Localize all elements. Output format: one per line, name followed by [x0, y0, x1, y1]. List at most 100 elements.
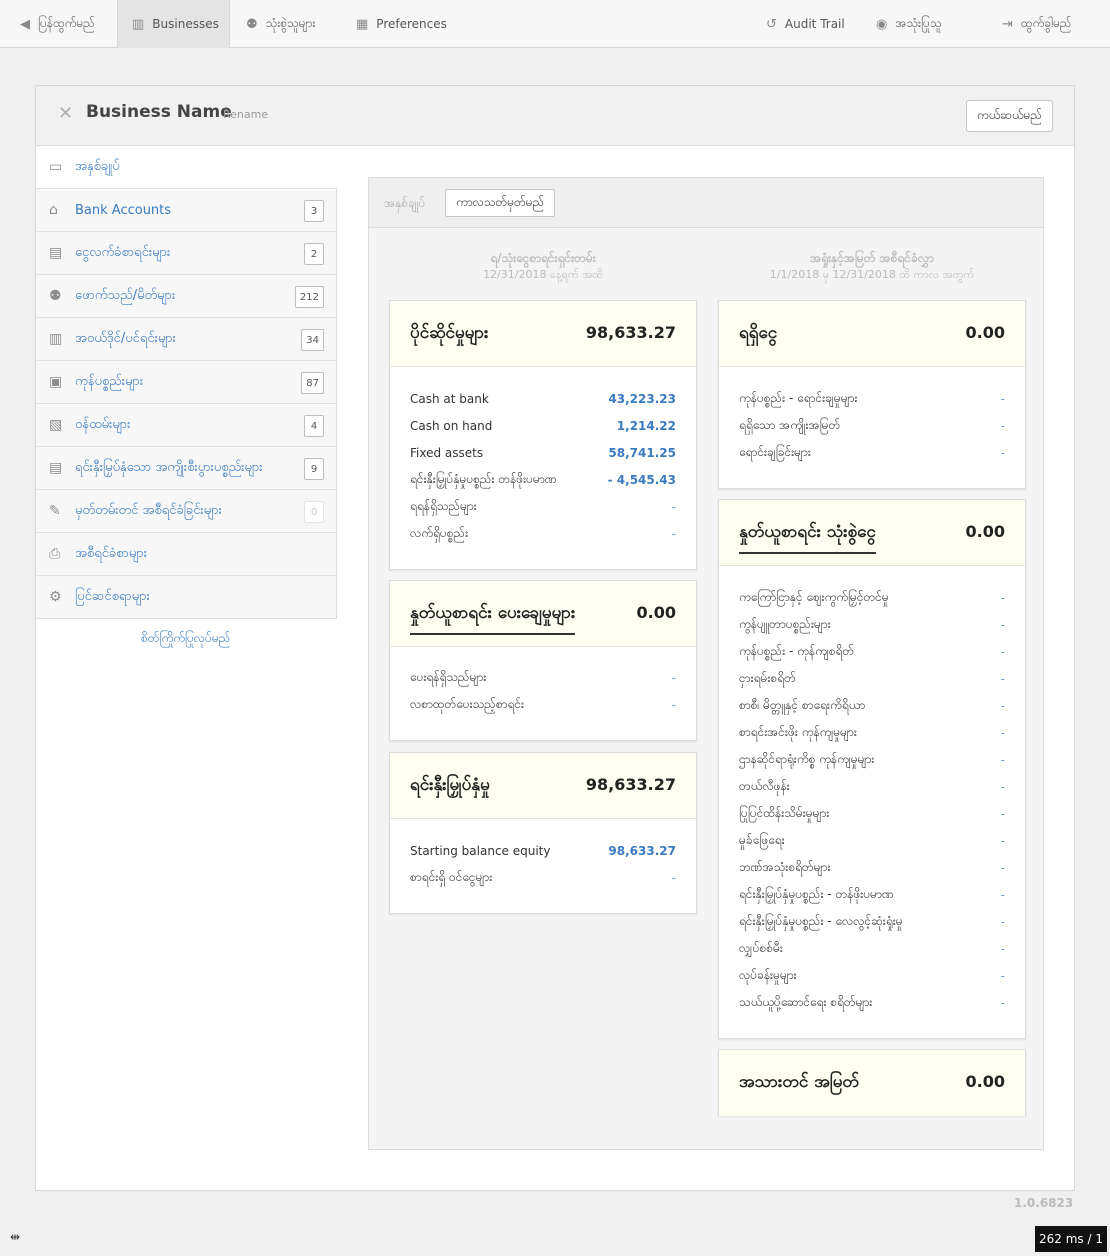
rename-link[interactable]: Rename [223, 108, 268, 121]
back-arrow-icon: ◀ [20, 16, 30, 32]
sidebar-item-customers[interactable]: ⚉ ဖောက်သည်/မိတ်များ 212 [36, 275, 337, 318]
quill-icon: ✎ [49, 503, 61, 519]
cash-register-icon: ▤ [49, 245, 63, 261]
amount-link[interactable]: 1,214.22 [617, 419, 676, 433]
net-profit-card: အသားတင် အမြတ် 0.00 [718, 1049, 1026, 1116]
amount-link[interactable]: - [1001, 861, 1005, 875]
account-row: ရရှိသော အကျိုးအမြတ် - [739, 418, 1005, 433]
amount-link[interactable]: - [1001, 915, 1005, 929]
card-total: 0.00 [965, 1072, 1005, 1091]
customize-link[interactable]: စိတ်ကြိုက်ပြုလုပ်မည် [141, 630, 230, 648]
card-total: 0.00 [965, 323, 1005, 342]
account-row: ပြုပြင်ထိန်းသိမ်းမှုများ - [739, 806, 1005, 821]
nav-businesses[interactable]: ▥ Businesses [117, 0, 230, 48]
close-icon[interactable]: ✕ [58, 103, 73, 124]
sidebar-item-investments[interactable]: ▤ ရင်းနှီးမြှပ်နှံသော အကျိုးစီးပွားပစ္စည… [36, 447, 337, 490]
sidebar-item-journal-entries[interactable]: ✎ မှတ်တမ်းတင် အစီရင်ခံခြင်းများ 0 [36, 490, 337, 533]
amount-link[interactable]: - [1001, 672, 1005, 686]
amount-link[interactable]: - [672, 527, 676, 541]
account-row: ရရန်ရှိသည်များ - [410, 499, 676, 514]
gears-icon: ⚙ [49, 589, 62, 605]
nav-back[interactable]: ◀ ပြန်ထွက်မည် [6, 0, 109, 48]
people-icon: ⚉ [246, 16, 258, 32]
amount-link[interactable]: - [1001, 446, 1005, 460]
card-header: နှုတ်ယူစာရင်း ပေးချေမှုများ 0.00 [390, 581, 696, 647]
amount-link[interactable]: - [1001, 591, 1005, 605]
sidebar: ▭ အနှစ်ချုပ် ⌂ Bank Accounts 3 ▤ ငွေလက်ခ… [36, 146, 337, 619]
amount-link[interactable]: - [1001, 392, 1005, 406]
card-header: နှုတ်ယူစာရင်း သုံးစွဲငွေ 0.00 [719, 500, 1025, 566]
nav-account[interactable]: ◉ အသုံးပြုသူ [862, 0, 955, 48]
amount-link[interactable]: - [1001, 419, 1005, 433]
amount-link[interactable]: - [1001, 699, 1005, 713]
amount-link[interactable]: - [1001, 807, 1005, 821]
close-business-button[interactable]: ကယ်ဆယ်မည် [965, 100, 1053, 132]
column-title: အရှုံးနှင့်အမြတ် အစီရင်ခံလွှာ [810, 251, 934, 265]
account-row: ကုန်ပစ္စည်း - ရောင်းချမှုများ - [739, 391, 1005, 406]
amount-link[interactable]: - [672, 500, 676, 514]
nav-preferences[interactable]: ▦ Preferences [342, 0, 461, 48]
nav-users[interactable]: ⚉ သုံးစွဲသူများ [232, 0, 329, 48]
income-card: ရရှိငွေ 0.00 ကုန်ပစ္စည်း - ရောင်းချမှုမျ… [718, 300, 1026, 489]
card-title: ရရှိငွေ [739, 323, 778, 343]
balance-sheet-heading: ရ/သုံးငွေစာရင်းရှင်းတမ်း 12/31/2018 နေ့ရ… [389, 250, 697, 284]
account-row: တယ်လီဖုန်း - [739, 779, 1005, 794]
amount-link[interactable]: - [1001, 834, 1005, 848]
sidebar-item-employees[interactable]: ▧ ဝန်ထမ်းများ 4 [36, 404, 337, 447]
account-row: Cash on hand 1,214.22 [410, 419, 676, 433]
amount-link[interactable]: - 4,545.43 [608, 473, 676, 487]
nav-logout[interactable]: ⇥ ထွက်ခွါမည် [988, 0, 1086, 48]
liabilities-card: နှုတ်ယူစာရင်း ပေးချေမှုများ 0.00 ပေးရန်ရ… [389, 580, 697, 741]
amount-link[interactable]: - [672, 671, 676, 685]
set-period-button[interactable]: ကာလသတ်မှတ်မည် [445, 189, 556, 217]
account-row: ကွန်ပျူတာပစ္စည်းများ - [739, 617, 1005, 632]
amount-link[interactable]: 58,741.25 [608, 446, 676, 460]
card-header: ရရှိငွေ 0.00 [719, 301, 1025, 367]
id-card-icon: ▧ [49, 417, 63, 433]
card-total: 98,633.27 [585, 775, 676, 794]
amount-link[interactable]: - [1001, 780, 1005, 794]
sidebar-item-items[interactable]: ▣ ကုန်ပစ္စည်းများ 87 [36, 361, 337, 404]
account-row: ကုန်ပစ္စည်း - ကုန်ကျစရိတ် - [739, 644, 1005, 659]
version-label: 1.0.6823 [1014, 1196, 1074, 1210]
sidebar-item-reports[interactable]: ⎙ အစီရင်ခံစာများ [36, 533, 337, 576]
building-icon: ▥ [132, 16, 145, 32]
account-row: ပေးရန်ရှိသည်များ - [410, 670, 676, 685]
ledger-icon: ▤ [49, 460, 63, 476]
summary-section: အနှစ်ချုပ် ကာလသတ်မှတ်မည် ရ/သုံးငွေစာရင်း… [368, 177, 1044, 1150]
amount-link[interactable]: 43,223.23 [608, 392, 676, 406]
amount-link[interactable]: - [1001, 942, 1005, 956]
sidebar-item-suppliers[interactable]: ▥ အဝယ်ဒိုင်/ပင်ရင်းများ 34 [36, 318, 337, 361]
count-badge: 9 [304, 458, 324, 480]
amount-link[interactable]: 98,633.27 [608, 844, 676, 858]
amount-link[interactable]: - [1001, 726, 1005, 740]
account-row: Fixed assets 58,741.25 [410, 446, 676, 460]
account-row: ကကြော်ငြာနှင့် ဈေးကွက်မြှင့်တင်မှု - [739, 590, 1005, 605]
resize-icon[interactable]: ⇹ [10, 1230, 20, 1244]
account-row: Starting balance equity 98,633.27 [410, 844, 676, 858]
amount-link[interactable]: - [672, 698, 676, 712]
account-row: ရင်းနှီးမြှုပ်နှံမှုပစ္စည်း တန်ဖိုးပမာဏ -… [410, 472, 676, 487]
nav-audit-trail[interactable]: ↺ Audit Trail [752, 0, 859, 48]
card-header: ပိုင်ဆိုင်မှုများ 98,633.27 [390, 301, 696, 367]
sidebar-item-settings[interactable]: ⚙ ပြင်ဆင်စရာများ [36, 576, 337, 619]
calendar-icon: ▦ [356, 16, 369, 32]
sidebar-item-receipts[interactable]: ▤ ငွေလက်ခံစာရင်းများ 2 [36, 232, 337, 275]
card-total: 98,633.27 [585, 323, 676, 342]
summary-header: အနှစ်ချုပ် ကာလသတ်မှတ်မည် [369, 178, 1043, 228]
card-total: 0.00 [965, 522, 1005, 541]
people-icon: ⚉ [49, 288, 62, 304]
sidebar-item-summary[interactable]: ▭ အနှစ်ချုပ် [36, 146, 337, 189]
sidebar-item-bank-accounts[interactable]: ⌂ Bank Accounts 3 [36, 189, 337, 232]
amount-link[interactable]: - [672, 871, 676, 885]
bank-icon: ⌂ [49, 202, 58, 218]
business-panel: ✕ Business Name Rename ကယ်ဆယ်မည် ▭ အနှစ်… [35, 85, 1075, 1191]
amount-link[interactable]: - [1001, 888, 1005, 902]
building-icon: ▥ [49, 331, 63, 347]
amount-link[interactable]: - [1001, 996, 1005, 1010]
account-row: လျှပ်စစ်မီး - [739, 941, 1005, 956]
amount-link[interactable]: - [1001, 753, 1005, 767]
amount-link[interactable]: - [1001, 645, 1005, 659]
amount-link[interactable]: - [1001, 618, 1005, 632]
amount-link[interactable]: - [1001, 969, 1005, 983]
